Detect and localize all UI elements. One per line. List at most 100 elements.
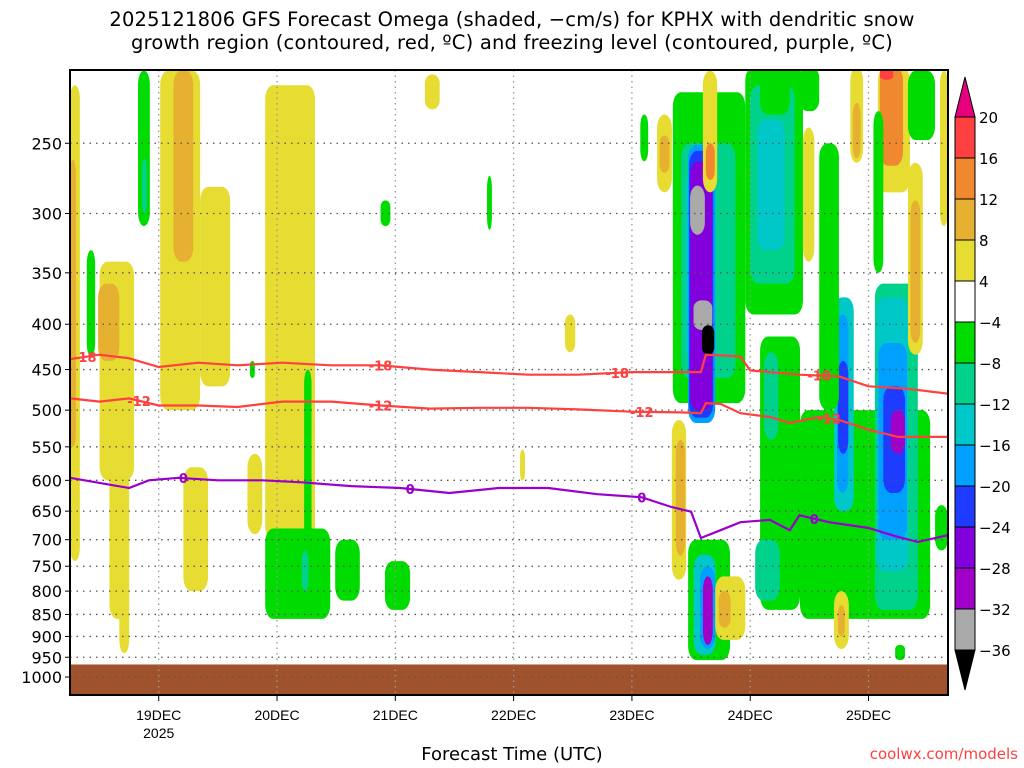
x-axis: 19DEC 2025 20DEC 21DEC 22DEC 23DEC 24DEC 25DEC (136, 695, 891, 741)
omega-region (910, 200, 921, 344)
x-tick-label: 19DEC (136, 707, 181, 723)
omega-region (879, 70, 894, 80)
colorbar-label: 4 (979, 273, 989, 291)
colorbar-under-arrow (954, 649, 976, 691)
omega-region (799, 70, 820, 112)
contour-label: -12 (127, 395, 151, 410)
colorbar-label: −24 (979, 519, 1011, 537)
omega-region (879, 70, 904, 166)
colorbar-swatch (954, 608, 976, 651)
colorbar: 20 16 12 8 4 −4 −8 −12 −16 −20 −24 −28 −32 −36 (954, 76, 1011, 691)
omega-region (837, 360, 849, 454)
y-tick-label: 300 (31, 204, 62, 223)
contour-label: 0 (637, 491, 646, 506)
omega-region (705, 143, 715, 180)
colorbar-label: −20 (979, 478, 1011, 496)
y-tick-label: 350 (31, 264, 62, 283)
x-tick-label: 22DEC (491, 707, 536, 723)
omega-region (98, 283, 120, 361)
omega-region (301, 550, 309, 592)
omega-region (690, 185, 705, 235)
terrain (70, 664, 948, 695)
omega-region (247, 453, 263, 535)
colorbar-swatch (954, 116, 976, 159)
colorbar-label: −8 (979, 355, 1001, 373)
omega-cross-section-chart: -18 -18 -18 -18 -12 -12 -12 -12 0 0 0 0 250 300 350 40… (21, 69, 1011, 741)
contour-label: -18 (73, 351, 97, 366)
contour-label: 0 (406, 483, 415, 498)
colorbar-label: −12 (979, 396, 1011, 414)
omega-region (907, 70, 936, 141)
colorbar-label: 8 (979, 232, 989, 250)
contour-label: -12 (369, 399, 393, 414)
x-tick-label: 20DEC (254, 707, 299, 723)
omega-region (640, 114, 649, 162)
y-tick-label: 750 (31, 557, 62, 576)
contour-label: -18 (369, 359, 393, 374)
colorbar-label: −4 (979, 314, 1001, 332)
colorbar-label: −16 (979, 437, 1011, 455)
y-tick-label: 950 (31, 648, 62, 667)
x-tick-label: 24DEC (728, 707, 773, 723)
omega-region (702, 576, 713, 645)
omega-region (86, 250, 96, 357)
omega-region (873, 111, 884, 273)
terrain-fill (70, 664, 948, 695)
contour-label: -12 (630, 406, 654, 421)
omega-region (141, 158, 147, 214)
omega-region (852, 102, 861, 159)
omega-region (675, 439, 686, 556)
colorbar-label: −36 (979, 642, 1011, 660)
y-tick-label: 700 (31, 531, 62, 550)
y-tick-label: 800 (31, 582, 62, 601)
colorbar-label: −32 (979, 601, 1011, 619)
y-tick-label: 1000 (21, 668, 62, 687)
colorbar-swatch (954, 321, 976, 364)
colorbar-swatch (954, 239, 976, 282)
colorbar-swatch (954, 444, 976, 487)
colorbar-swatch (954, 280, 976, 323)
omega-region (939, 70, 948, 227)
y-tick-label: 250 (31, 134, 62, 153)
colorbar-swatch (954, 362, 976, 405)
omega-region (119, 528, 130, 654)
omega-region (802, 127, 815, 262)
colorbar-label: 12 (979, 191, 998, 209)
contour-label: -12 (817, 413, 841, 428)
colorbar-swatch (954, 567, 976, 610)
y-tick-label: 400 (31, 315, 62, 334)
colorbar-swatch (954, 198, 976, 241)
omega-region (718, 591, 731, 628)
colorbar-label: 20 (979, 109, 998, 127)
x-tick-sublabel: 2025 (143, 725, 174, 741)
omega-region (659, 135, 670, 173)
y-tick-label: 650 (31, 502, 62, 521)
omega-region (564, 314, 576, 353)
omega-region (265, 528, 331, 619)
contour-label: 0 (810, 513, 819, 528)
colorbar-over-arrow (954, 76, 976, 118)
colorbar-swatch (954, 526, 976, 569)
omega-region (424, 74, 440, 110)
x-tick-label: 25DEC (846, 707, 891, 723)
y-axis: 250 300 350 400 450 500 550 600 650 700 750 800 850 9… (21, 134, 70, 687)
contour-label: 0 (179, 472, 188, 487)
omega-region (837, 605, 845, 637)
colorbar-label: −28 (979, 560, 1011, 578)
colorbar-label: 16 (979, 150, 998, 168)
colorbar-swatch (954, 485, 976, 528)
credit-link[interactable]: coolwx.com/models (870, 745, 1018, 763)
omega-region (173, 70, 194, 262)
x-tick-label: 21DEC (373, 707, 418, 723)
omega-region (757, 119, 785, 251)
y-tick-label: 550 (31, 438, 62, 457)
omega-region (764, 352, 779, 440)
y-tick-label: 500 (31, 401, 62, 420)
contour-label: -18 (605, 367, 629, 382)
y-tick-label: 600 (31, 471, 62, 490)
omega-region (200, 186, 231, 387)
omega-region (701, 325, 715, 355)
omega-region (760, 70, 790, 115)
omega-region (935, 505, 948, 551)
y-tick-label: 900 (31, 627, 62, 646)
